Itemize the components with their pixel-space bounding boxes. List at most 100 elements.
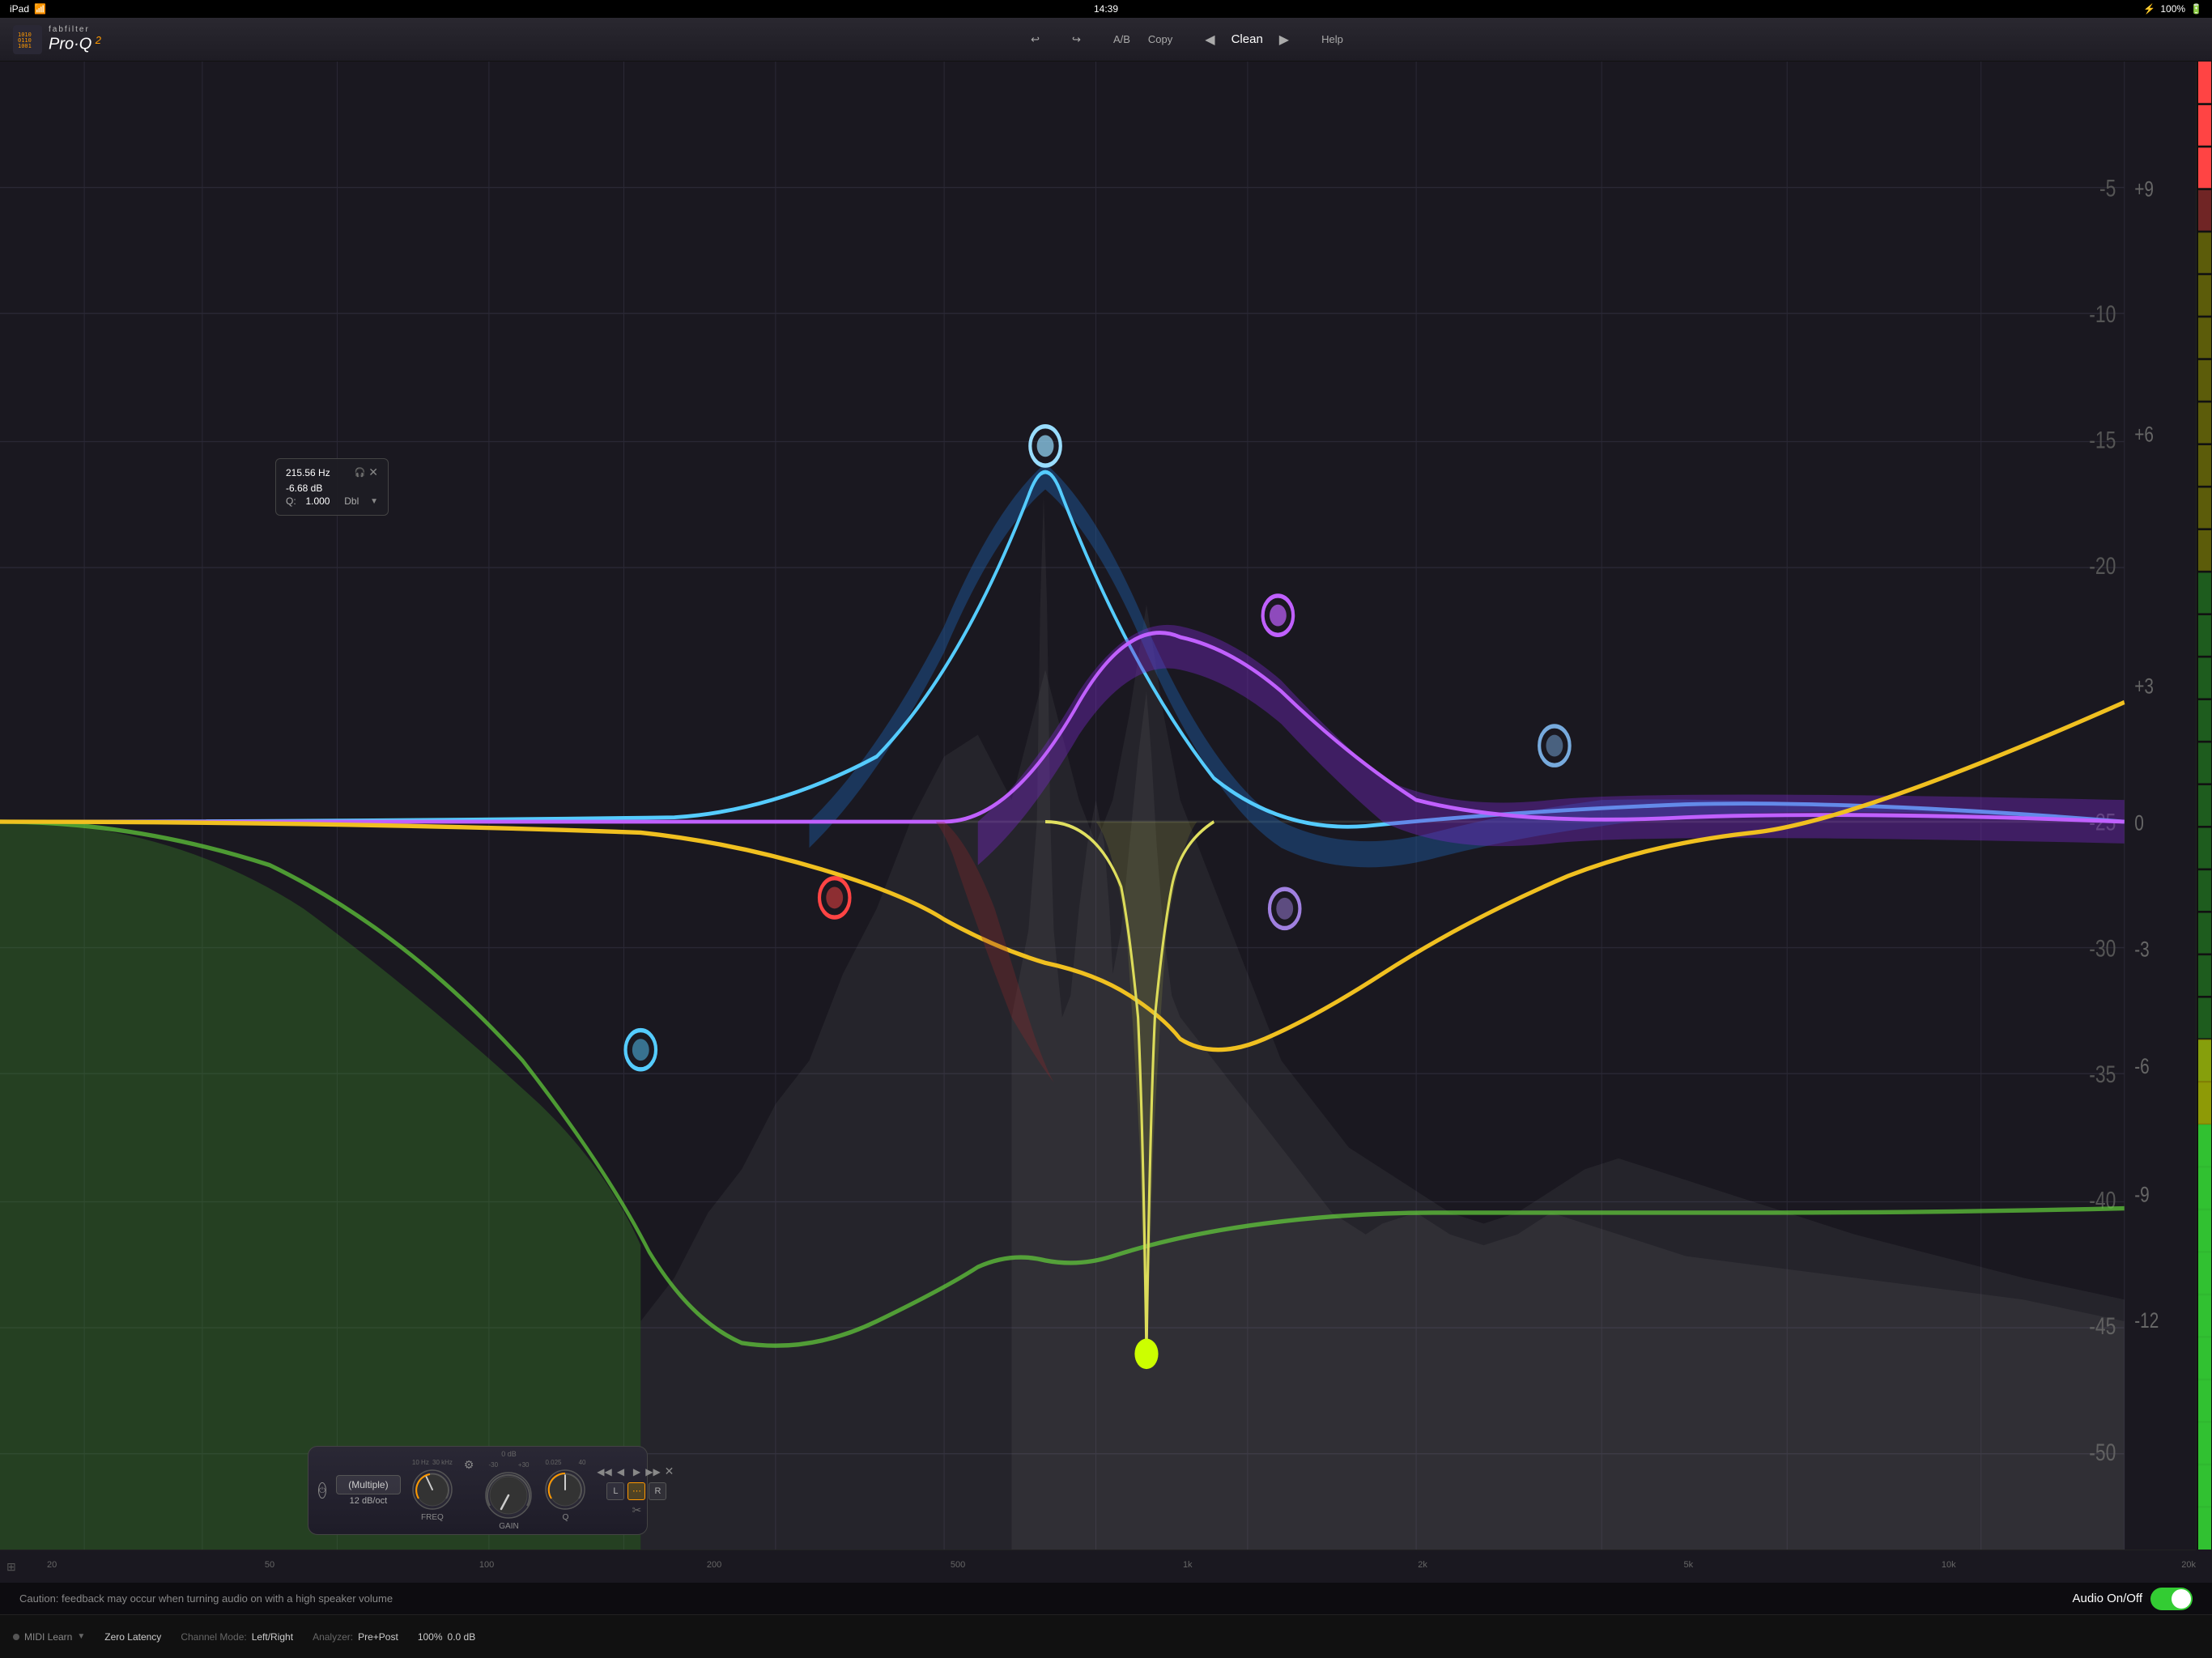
gain-value: 0.0 dB <box>448 1631 476 1643</box>
gain-range: -30 +30 <box>488 1461 529 1469</box>
freq-label-100: 100 <box>479 1560 494 1570</box>
q-range: 0.025 40 <box>545 1459 585 1466</box>
ab-button[interactable]: A/B <box>1107 30 1137 49</box>
svg-text:-12: -12 <box>2134 1309 2159 1333</box>
freq-label-1k: 1k <box>1183 1560 1193 1570</box>
audio-label: Audio On/Off <box>2073 1592 2142 1605</box>
zoom-value: 100% <box>418 1631 443 1643</box>
logo-product-line: Pro·Q 2 <box>49 34 101 53</box>
svg-text:-9: -9 <box>2134 1183 2150 1207</box>
channel-mode-value: Left/Right <box>252 1631 293 1643</box>
midi-learn-area[interactable]: MIDI Learn ▼ <box>13 1631 85 1643</box>
vu-meter <box>2196 62 2212 1550</box>
logo-version: 2 <box>96 34 101 46</box>
freq-label-10k: 10k <box>1942 1560 1956 1570</box>
band-popup: 215.56 Hz 🎧 ✕ -6.68 dB Q: 1.000 Dbl ▼ <box>275 458 389 516</box>
channel-mode-label: Channel Mode: <box>181 1631 246 1643</box>
fp-nav-next-next[interactable]: ▶▶ <box>645 1465 660 1479</box>
fp-nav: ◀◀ ◀ ▶ ▶▶ ✕ <box>597 1465 676 1479</box>
popup-q-label: Q: <box>286 495 296 507</box>
status-right: ⚡ 100% 🔋 <box>2143 3 2202 15</box>
q-knob[interactable] <box>543 1468 587 1511</box>
audio-toggle-knob <box>2172 1589 2191 1609</box>
fp-nav-prev[interactable]: ◀ <box>613 1465 627 1479</box>
svg-text:-20: -20 <box>2089 552 2116 580</box>
popup-close-button[interactable]: ✕ <box>368 466 378 479</box>
eq-area[interactable]: 12 dB +2.3 <box>0 62 2212 1582</box>
logo-product-text: Pro·Q <box>49 35 91 53</box>
top-controls: ↩ ↪ A/B Copy ◀ Clean ▶ Help <box>162 28 2212 51</box>
logo-area: 1010 0110 1001 fabfilter Pro·Q 2 <box>0 25 162 54</box>
svg-text:+3: +3 <box>2134 674 2154 699</box>
channel-mode-area: Channel Mode: Left/Right <box>181 1631 293 1643</box>
fp-slope: 12 dB/oct <box>350 1496 387 1506</box>
logo-text-area: fabfilter Pro·Q 2 <box>49 25 101 53</box>
preset-area: ◀ Clean ▶ <box>1198 28 1295 51</box>
svg-text:-3: -3 <box>2134 937 2150 962</box>
status-bar: iPad 📶 14:39 ⚡ 100% 🔋 <box>0 0 2212 18</box>
analyzer-label: Analyzer: <box>313 1631 353 1643</box>
freq-knob[interactable] <box>410 1468 454 1511</box>
freq-range: 10 Hz 30 kHz <box>412 1459 453 1466</box>
bottom-bar: MIDI Learn ▼ Zero Latency Channel Mode: … <box>0 1614 2212 1658</box>
redo-button[interactable]: ↪ <box>1066 30 1087 49</box>
fp-power-button[interactable]: ⏻ <box>318 1482 326 1499</box>
popup-gain-row: -6.68 dB <box>286 483 378 494</box>
popup-type-arrow[interactable]: ▼ <box>370 497 378 506</box>
preset-next-button[interactable]: ▶ <box>1273 28 1295 51</box>
scissors-icon[interactable]: ✂ <box>632 1503 642 1517</box>
preset-name: Clean <box>1231 32 1263 46</box>
popup-q-row: Q: 1.000 Dbl ▼ <box>286 495 378 507</box>
warning-text: Caution: feedback may occur when turning… <box>19 1592 393 1605</box>
status-time: 14:39 <box>1094 3 1118 15</box>
freq-label-20: 20 <box>47 1560 57 1570</box>
analyzer-area: Analyzer: Pre+Post <box>313 1631 398 1643</box>
svg-text:-15: -15 <box>2089 427 2116 454</box>
freq-label-2k: 2k <box>1418 1560 1427 1570</box>
settings-icon[interactable]: ⚙ <box>464 1458 474 1472</box>
battery-label: 100% <box>2160 3 2185 15</box>
gain-knob-area: 0 dB -30 +30 GAIN <box>483 1450 534 1531</box>
logo-icon: 1010 0110 1001 <box>13 25 42 54</box>
status-left: iPad 📶 <box>10 3 46 15</box>
svg-text:0: 0 <box>2134 811 2144 835</box>
warning-bar: Caution: feedback may occur when turning… <box>0 1582 2212 1614</box>
fp-nav-next[interactable]: ▶ <box>629 1465 644 1479</box>
wifi-icon: 📶 <box>34 3 46 15</box>
analyzer-value: Pre+Post <box>358 1631 398 1643</box>
freq-label-500: 500 <box>951 1560 965 1570</box>
popup-q-value: 1.000 <box>305 495 330 507</box>
freq-labels: 20 50 100 200 500 1k 2k 5k 10k 20k <box>0 1550 2196 1582</box>
svg-text:-6: -6 <box>2134 1055 2150 1079</box>
svg-text:-30: -30 <box>2089 935 2116 963</box>
fp-type-select[interactable]: (Multiple) <box>336 1475 401 1494</box>
fp-close-button[interactable]: ✕ <box>661 1465 676 1479</box>
filter-panel: ⏻ (Multiple) 12 dB/oct 10 Hz 30 kHz FREQ <box>308 1446 648 1535</box>
latency-area: Zero Latency <box>104 1631 161 1643</box>
fp-nav-prev-prev[interactable]: ◀◀ <box>597 1465 611 1479</box>
preset-prev-button[interactable]: ◀ <box>1198 28 1221 51</box>
fp-channel-m[interactable]: ⋯ <box>627 1482 645 1500</box>
svg-text:-5: -5 <box>2099 175 2116 202</box>
help-button[interactable]: Help <box>1315 30 1350 49</box>
freq-label-20k: 20k <box>2181 1560 2196 1570</box>
q-knob-label: Q <box>563 1513 569 1522</box>
popup-freq-value: 215.56 Hz <box>286 467 330 478</box>
popup-solo-icon[interactable]: 🎧 <box>355 467 366 478</box>
copy-button[interactable]: Copy <box>1142 30 1179 49</box>
svg-text:+6: +6 <box>2134 423 2154 447</box>
expand-icon[interactable]: ⊞ <box>6 1560 16 1574</box>
gain-knob[interactable] <box>483 1470 534 1520</box>
audio-toggle-switch[interactable] <box>2150 1588 2193 1610</box>
band-node-notch[interactable] <box>1134 1339 1158 1370</box>
freq-knob-area: 10 Hz 30 kHz FREQ <box>410 1459 454 1522</box>
svg-text:1001: 1001 <box>18 43 32 49</box>
fp-channel-l[interactable]: L <box>606 1482 624 1500</box>
popup-gain-value: -6.68 dB <box>286 483 322 494</box>
ipad-label: iPad <box>10 3 29 15</box>
undo-button[interactable]: ↩ <box>1024 30 1046 49</box>
midi-learn-label: MIDI Learn <box>24 1631 72 1643</box>
fp-channel-r[interactable]: R <box>649 1482 666 1500</box>
svg-text:-35: -35 <box>2089 1061 2116 1088</box>
eq-display[interactable]: -5 -10 -15 -20 -25 -30 -35 -40 -45 -50 +… <box>0 62 2212 1582</box>
